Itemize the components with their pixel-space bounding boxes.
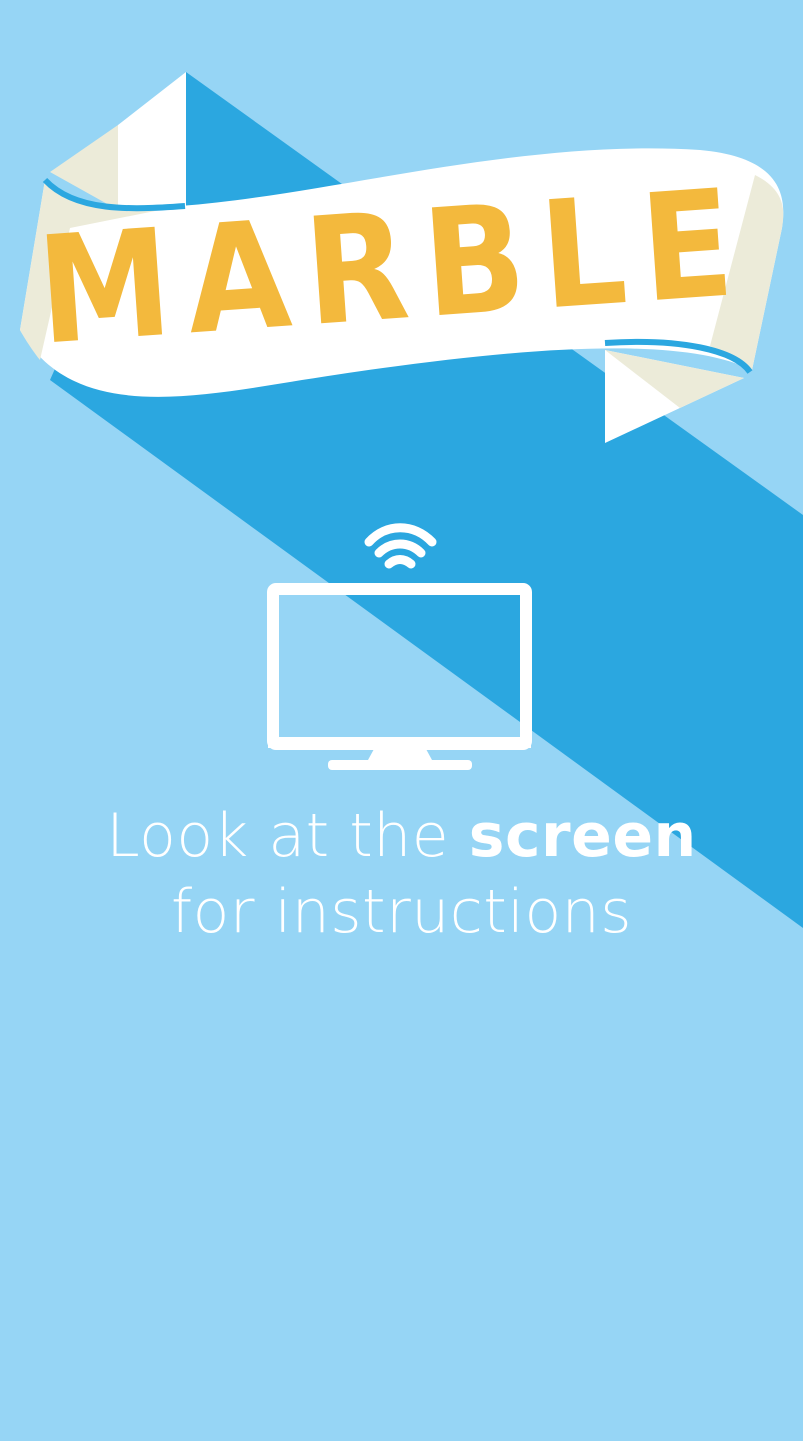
instruction-emphasis: screen	[468, 801, 697, 871]
instruction-message: Look at the screen for instructions	[0, 798, 803, 950]
instruction-prefix: Look at the	[106, 801, 469, 871]
instruction-line-1: Look at the screen	[0, 798, 803, 874]
tv-with-wifi-signal-icon	[267, 523, 532, 770]
marble-banner: MARBLE	[20, 72, 784, 443]
instruction-line-2: for instructions	[171, 877, 632, 947]
